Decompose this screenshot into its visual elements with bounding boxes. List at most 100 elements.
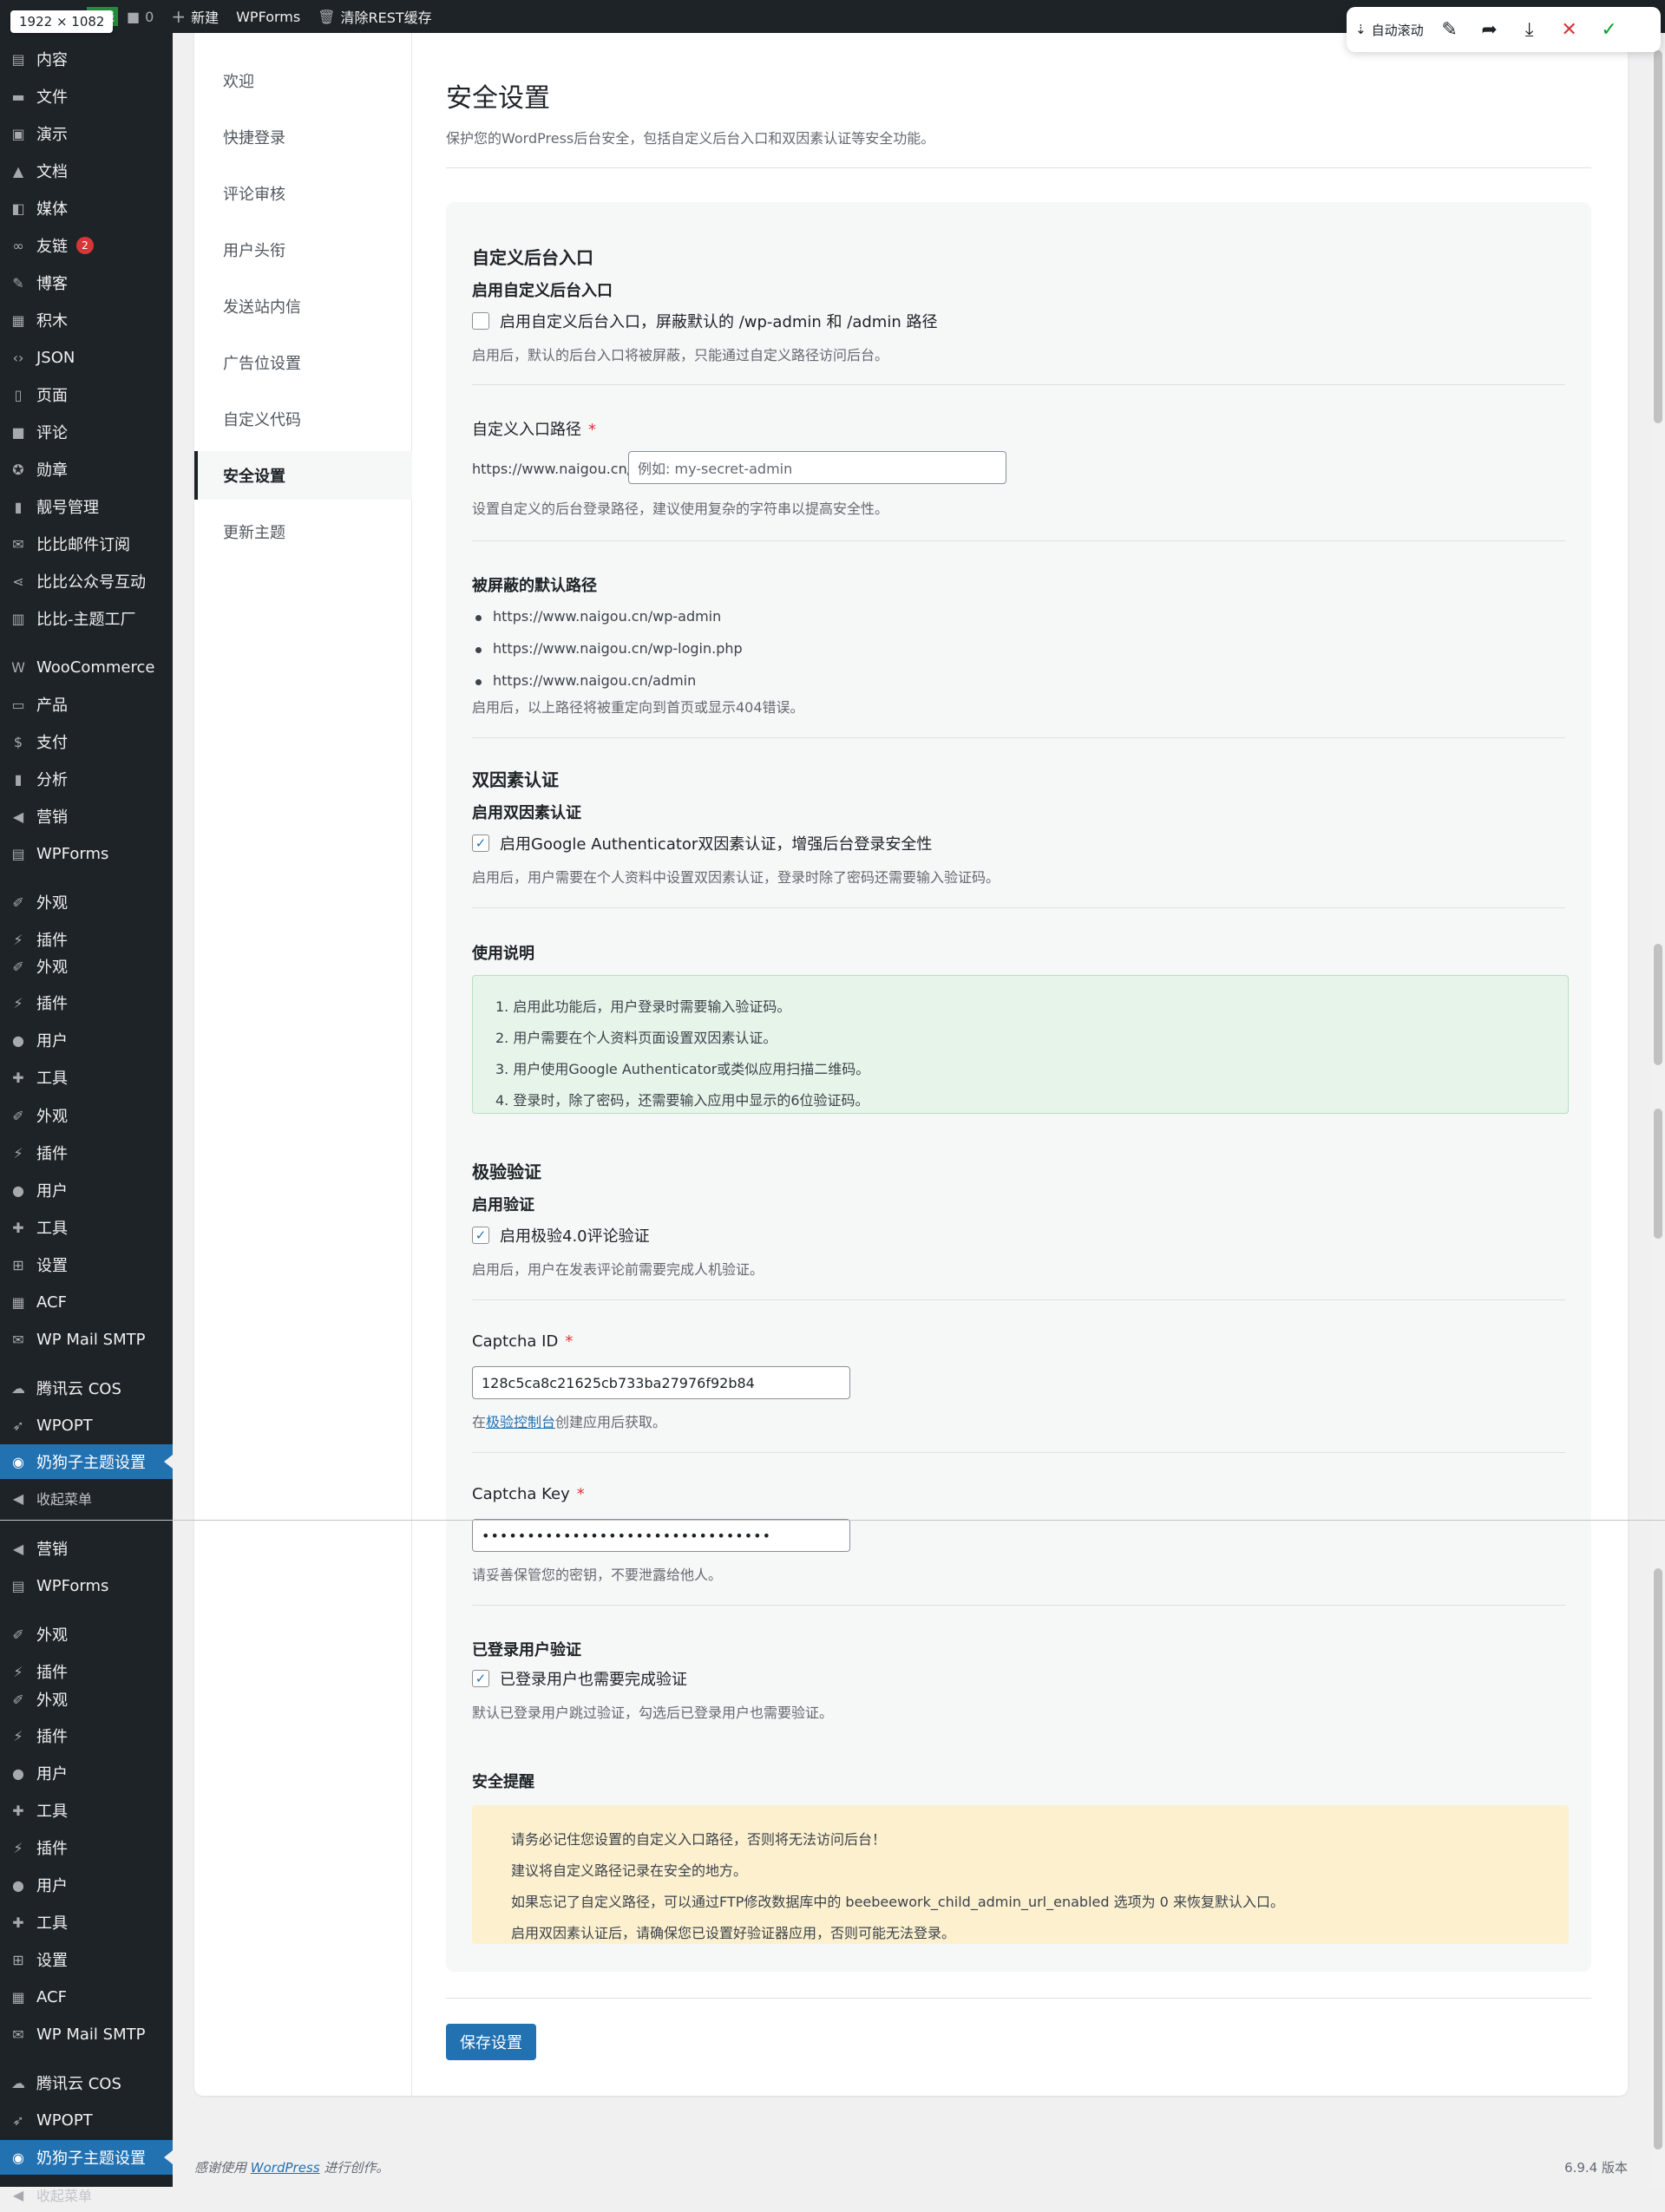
- divider: [472, 1452, 1565, 1453]
- scrollbar-thumb[interactable]: [1654, 1109, 1662, 1239]
- share-icon[interactable]: ➦: [1476, 16, 1504, 43]
- sidebar-item[interactable]: ● 用户: [0, 1023, 173, 1057]
- sidebar-item[interactable]: ⋖ 比比公众号互动: [0, 564, 173, 599]
- admin-footer: 感谢使用 WordPress 进行创作。 6.9.4 版本: [194, 2158, 1628, 2176]
- wordpress-link[interactable]: WordPress: [251, 2160, 320, 2176]
- page-scrollbar[interactable]: [1651, 33, 1665, 2187]
- sidebar-item[interactable]: ✐ 外观: [0, 885, 173, 919]
- sidebar-item[interactable]: ● 用户: [0, 1173, 173, 1207]
- sidebar-item[interactable]: ➶ WPOPT: [0, 1408, 173, 1443]
- sidebar-item[interactable]: ▦ 积木: [0, 303, 173, 337]
- sidebar-item[interactable]: ● 用户: [0, 1868, 173, 1902]
- sidebar-item[interactable]: $ 支付: [0, 724, 173, 759]
- custom-entry-checkbox[interactable]: [472, 312, 489, 330]
- sidebar-item[interactable]: ▤ WPForms: [0, 1568, 173, 1603]
- check-icon[interactable]: ✓: [1596, 16, 1623, 43]
- sidebar-item[interactable]: ◀ 营销: [0, 799, 173, 834]
- sidebar-item[interactable]: ✉ 比比邮件订阅: [0, 527, 173, 561]
- sidebar-item[interactable]: ✪ 勋章: [0, 452, 173, 487]
- sidebar-item[interactable]: ✚ 工具: [0, 1210, 173, 1245]
- download-icon[interactable]: ⤓: [1516, 16, 1544, 43]
- sidebar-item[interactable]: ☁ 腾讯云 COS: [0, 2065, 173, 2100]
- sidebar-item[interactable]: ▮ 分析: [0, 762, 173, 796]
- sidebar-item-label: 工具: [36, 1070, 68, 1088]
- auto-scroll-button[interactable]: ⇣ 自动滚动: [1355, 21, 1424, 39]
- two-factor-enable-row[interactable]: ✓ 启用Google Authenticator双因素认证，增强后台登录安全性: [472, 832, 932, 854]
- tab-item[interactable]: 欢迎: [194, 56, 412, 105]
- sidebar-item[interactable]: ▥ 比比-主题工厂: [0, 601, 173, 636]
- sidebar-item[interactable]: ✚ 工具: [0, 1905, 173, 1940]
- sidebar-item[interactable]: ▬ 文件: [0, 79, 173, 114]
- sidebar-item[interactable]: ▭ 产品: [0, 687, 173, 722]
- sidebar-item[interactable]: ✉ WP Mail SMTP: [0, 1322, 173, 1357]
- sidebar-item[interactable]: ◉ 奶狗子主题设置: [0, 1444, 173, 1479]
- sidebar-item[interactable]: ✐ 外观: [0, 1682, 173, 1717]
- sidebar-item[interactable]: ▣ 演示: [0, 116, 173, 151]
- clear-cache-link[interactable]: 🗑 清除REST缓存: [309, 0, 440, 33]
- sidebar-item[interactable]: ✚ 工具: [0, 1793, 173, 1828]
- sidebar-item[interactable]: ● 用户: [0, 1756, 173, 1790]
- tab-item[interactable]: 更新主题: [194, 507, 412, 556]
- sidebar-item[interactable]: ▤ 内容: [0, 42, 173, 76]
- captcha-id-input[interactable]: 128c5ca8c21625cb733ba27976f92b84: [472, 1366, 850, 1399]
- sidebar-item[interactable]: ◀ 收起菜单: [0, 1481, 173, 1515]
- pen-icon[interactable]: ✎: [1436, 16, 1464, 43]
- tab-item[interactable]: 评论审核: [194, 169, 412, 218]
- sidebar-item[interactable]: ⊞ 设置: [0, 1247, 173, 1282]
- sidebar-item[interactable]: ✐ 外观: [0, 949, 173, 984]
- sidebar-item[interactable]: ‹› JSON: [0, 340, 173, 375]
- sidebar-item[interactable]: ⚡ 插件: [0, 985, 173, 1020]
- sidebar-item[interactable]: ▦ ACF: [0, 1980, 173, 2014]
- sidebar-item[interactable]: ■ 评论: [0, 415, 173, 449]
- captcha-key-input[interactable]: ••••••••••••••••••••••••••••••••: [472, 1519, 850, 1552]
- tab-item[interactable]: 发送站内信: [194, 282, 412, 330]
- sidebar-item[interactable]: ▦ ACF: [0, 1285, 173, 1319]
- sidebar-item[interactable]: ⚡ 插件: [0, 1718, 173, 1753]
- scrollbar-thumb[interactable]: [1654, 944, 1662, 1065]
- custom-entry-enable-row[interactable]: 启用自定义后台入口，屏蔽默认的 /wp-admin 和 /admin 路径: [472, 310, 937, 332]
- sidebar-item[interactable]: ▮ 靓号管理: [0, 489, 173, 524]
- scrollbar-thumb[interactable]: [1654, 1568, 1662, 1820]
- sidebar-item[interactable]: ⚡ 插件: [0, 1830, 173, 1865]
- sidebar-item[interactable]: ⊞ 设置: [0, 1942, 173, 1977]
- sidebar-item[interactable]: ∞ 友链 2: [0, 228, 173, 263]
- sidebar-item[interactable]: ▲ 文档: [0, 154, 173, 188]
- custom-path-input[interactable]: 例如: my-secret-admin: [628, 451, 1006, 484]
- sidebar-item[interactable]: ☁ 腾讯云 COS: [0, 1371, 173, 1405]
- sidebar-item[interactable]: ▯ 页面: [0, 377, 173, 412]
- comments-link[interactable]: ■ 0: [118, 0, 162, 33]
- geetest-enable-row[interactable]: ✓ 启用极验4.0评论验证: [472, 1224, 650, 1247]
- geetest-checkbox[interactable]: ✓: [472, 1227, 489, 1244]
- sidebar-item[interactable]: ▤ WPForms: [0, 836, 173, 871]
- tab-item[interactable]: 快捷登录: [194, 113, 412, 161]
- sidebar-item[interactable]: W WooCommerce: [0, 650, 173, 684]
- sidebar-item[interactable]: ✎ 博客: [0, 265, 173, 300]
- sidebar-item[interactable]: ⚡ 插件: [0, 1135, 173, 1170]
- sidebar-item[interactable]: ✉ WP Mail SMTP: [0, 2017, 173, 2052]
- scrollbar-thumb[interactable]: [1654, 1803, 1662, 2150]
- tab-item[interactable]: 自定义代码: [194, 395, 412, 443]
- sidebar-item[interactable]: ✐ 外观: [0, 1098, 173, 1133]
- tab-item[interactable]: 用户头衔: [194, 226, 412, 274]
- two-factor-checkbox[interactable]: ✓: [472, 834, 489, 852]
- save-button[interactable]: 保存设置: [446, 2024, 536, 2060]
- auto-scroll-label: 自动滚动: [1371, 22, 1424, 38]
- sidebar-item[interactable]: ◉ 奶狗子主题设置: [0, 2140, 173, 2175]
- logged-in-checkbox[interactable]: ✓: [472, 1670, 489, 1687]
- wpforms-link[interactable]: WPForms: [227, 0, 309, 33]
- tab-item[interactable]: 广告位设置: [194, 338, 412, 387]
- new-content-link[interactable]: + 新建: [162, 0, 227, 33]
- sidebar-item[interactable]: ◧ 媒体: [0, 191, 173, 226]
- sidebar-item[interactable]: ✐ 外观: [0, 1617, 173, 1652]
- sidebar-item[interactable]: ◀ 收起菜单: [0, 2177, 173, 2212]
- sidebar-item[interactable]: ➶ WPOPT: [0, 2103, 173, 2137]
- list-item: https://www.naigou.cn/wp-login.php: [472, 640, 743, 657]
- geetest-console-link[interactable]: 极验控制台: [486, 1414, 555, 1430]
- folder-icon: ▬: [11, 88, 25, 105]
- logged-in-row[interactable]: ✓ 已登录用户也需要完成验证: [472, 1667, 687, 1690]
- scrollbar-thumb[interactable]: [1654, 50, 1662, 423]
- close-icon[interactable]: ✕: [1556, 16, 1583, 43]
- tab-item[interactable]: 安全设置: [194, 451, 412, 500]
- sidebar-item[interactable]: ✚ 工具: [0, 1060, 173, 1095]
- sidebar-item[interactable]: ◀ 营销: [0, 1531, 173, 1566]
